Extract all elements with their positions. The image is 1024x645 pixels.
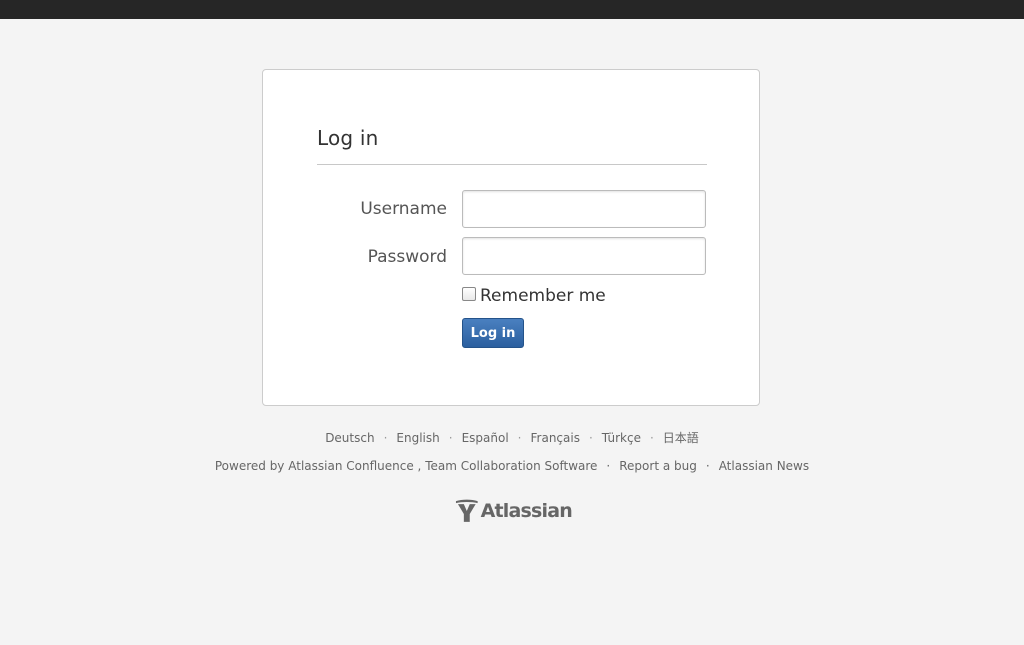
separator: · [517, 431, 522, 445]
powered-by-text: Powered by [214, 459, 285, 473]
remember-me-row: Remember me [462, 282, 606, 306]
footer-links: Powered by Atlassian Confluence , Team C… [0, 459, 1024, 473]
atlassian-news-link[interactable]: Atlassian News [719, 459, 809, 473]
confluence-link[interactable]: Atlassian Confluence [288, 459, 413, 473]
login-panel: Log in Username Password Remember me Log… [262, 69, 760, 406]
login-button[interactable]: Log in [462, 318, 524, 348]
language-link-english[interactable]: English [396, 431, 439, 445]
tagline-text: Team Collaboration Software [425, 459, 598, 473]
atlassian-logo-text: Atlassian [480, 500, 573, 522]
login-heading: Log in [317, 126, 379, 150]
remember-me-label[interactable]: Remember me [480, 286, 606, 306]
separator: · [606, 459, 611, 473]
separator: · [448, 431, 453, 445]
separator: · [588, 431, 593, 445]
language-link-deutsch[interactable]: Deutsch [325, 431, 374, 445]
separator: · [705, 459, 710, 473]
username-input[interactable] [462, 190, 706, 228]
language-selector: Deutsch · English · Español · Français · Türkçe ·… [0, 429, 1024, 446]
heading-divider [317, 164, 707, 165]
language-link-turkce[interactable]: Türkçe [602, 431, 641, 445]
footer-comma: , [417, 459, 422, 473]
password-input[interactable] [462, 237, 706, 275]
language-link-japanese[interactable]: 日本語 [663, 431, 699, 445]
separator: · [649, 431, 654, 445]
atlassian-logo-icon [455, 499, 478, 522]
password-label: Password [367, 247, 447, 267]
top-bar [0, 0, 1024, 19]
report-bug-link[interactable]: Report a bug [619, 459, 697, 473]
atlassian-logo[interactable]: Atlassian [454, 497, 573, 525]
remember-me-checkbox[interactable] [462, 287, 476, 301]
separator: · [383, 431, 388, 445]
language-link-francais[interactable]: Français [531, 431, 580, 445]
username-label: Username [360, 199, 447, 219]
language-link-espanol[interactable]: Español [462, 431, 509, 445]
